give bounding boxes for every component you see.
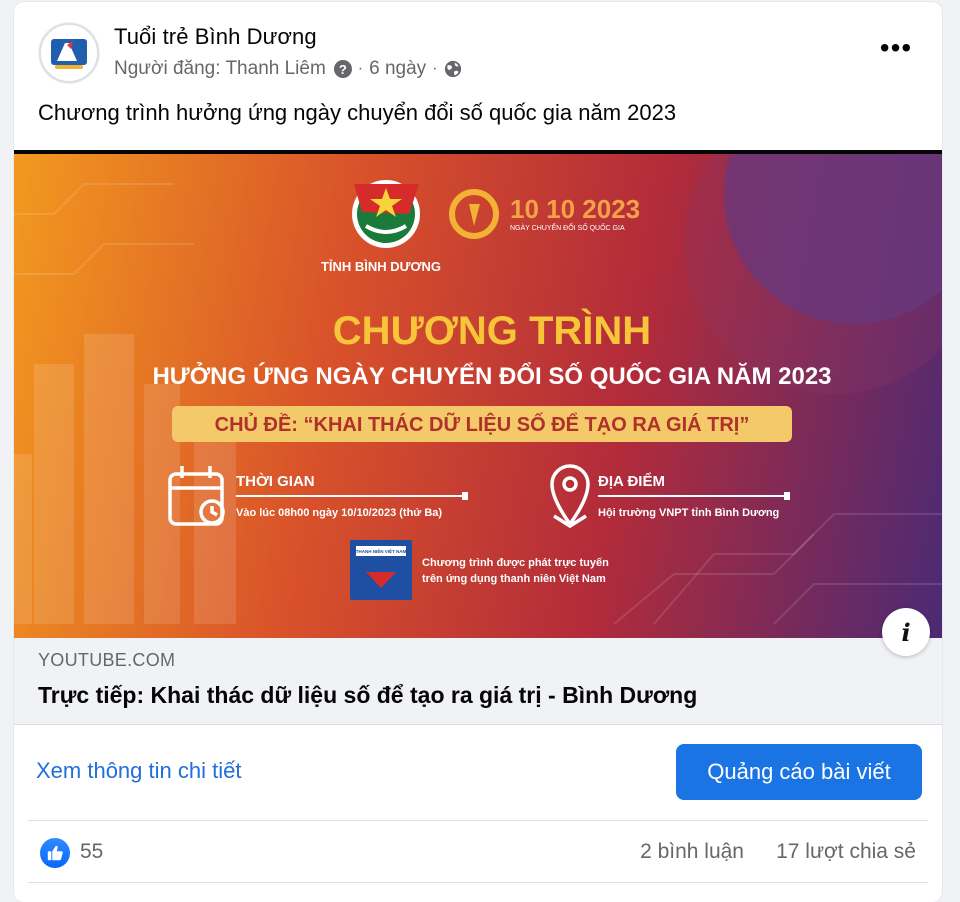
youth-union-logo (352, 180, 420, 248)
live-line-2: trên ứng dụng thanh niên Việt Nam (422, 573, 606, 585)
post-caption: Chương trình hưởng ứng ngày chuyển đổi s… (38, 100, 677, 125)
link-preview[interactable]: YOUTUBE.COM Trực tiếp: Khai thác dữ liệu… (14, 638, 942, 724)
page-name[interactable]: Tuổi trẻ Bình Dương (114, 24, 317, 50)
info-icon[interactable]: i (882, 608, 930, 656)
banner-subheading: HƯỞNG ỨNG NGÀY CHUYỂN ĐỔI SỐ QUỐC GIA NĂ… (152, 361, 831, 390)
time-rule-end (462, 492, 468, 500)
theme-text: CHỦ ĐỀ: “KHAI THÁC DỮ LIỆU SỐ ĐỂ TẠO RA … (215, 412, 750, 436)
promote-post-button[interactable]: Quảng cáo bài viết (676, 744, 922, 800)
thumbs-up-glyph (47, 845, 63, 861)
avatar-logo-icon (51, 39, 87, 69)
comment-count[interactable]: 2 bình luận (640, 840, 744, 864)
like-count[interactable]: 55 (80, 840, 103, 864)
help-icon[interactable]: ? (333, 60, 352, 78)
post-card: Tuổi trẻ Bình Dương Người đăng: Thanh Li… (14, 2, 942, 902)
post-time[interactable]: 6 ngày (369, 58, 426, 80)
place-rule-end (784, 492, 790, 500)
app-logo-text: THANH NIÊN VIỆT NAM (356, 547, 407, 554)
post-meta: Người đăng: Thanh Liêm ? · 6 ngày · (114, 58, 462, 80)
divider (14, 724, 942, 725)
more-icon[interactable]: ••• (876, 32, 916, 64)
divider (28, 820, 928, 821)
separator-dot: · (357, 60, 364, 77)
view-details-link[interactable]: Xem thông tin chi tiết (36, 758, 241, 784)
poster-label: Người đăng: Thanh Liêm (114, 58, 326, 79)
share-count[interactable]: 17 lượt chia sẻ (776, 840, 916, 864)
place-value: Hội trường VNPT tỉnh Bình Dương (598, 507, 779, 519)
place-label: ĐỊA ĐIỂM (598, 472, 665, 490)
time-value: Vào lúc 08h00 ngày 10/10/2023 (thứ Ba) (236, 507, 442, 519)
org-label: TỈNH BÌNH DƯƠNG (321, 259, 441, 274)
globe-icon[interactable] (444, 60, 462, 78)
planet-glow (684, 154, 942, 394)
divider (28, 882, 928, 883)
page-avatar[interactable] (38, 22, 100, 84)
event-banner-image[interactable]: TỈNH BÌNH DƯƠNG 10 10 2023 NGÀY CHUYỂN Đ… (14, 150, 942, 642)
banner-heading: CHƯƠNG TRÌNH (333, 308, 651, 353)
separator-dot: · (432, 60, 438, 77)
event-date-text: 10 10 2023 (510, 194, 640, 224)
time-label: THỜI GIAN (236, 472, 315, 490)
avatar-logo (39, 23, 99, 83)
event-date-logo (449, 189, 499, 239)
link-domain: YOUTUBE.COM (38, 650, 176, 670)
link-title[interactable]: Trực tiếp: Khai thác dữ liệu số để tạo r… (38, 682, 697, 709)
banner-artwork: TỈNH BÌNH DƯƠNG 10 10 2023 NGÀY CHUYỂN Đ… (14, 154, 942, 625)
like-icon[interactable] (40, 838, 70, 868)
location-pin-icon (550, 464, 590, 529)
live-line-1: Chương trình được phát trực tuyến (422, 557, 609, 569)
